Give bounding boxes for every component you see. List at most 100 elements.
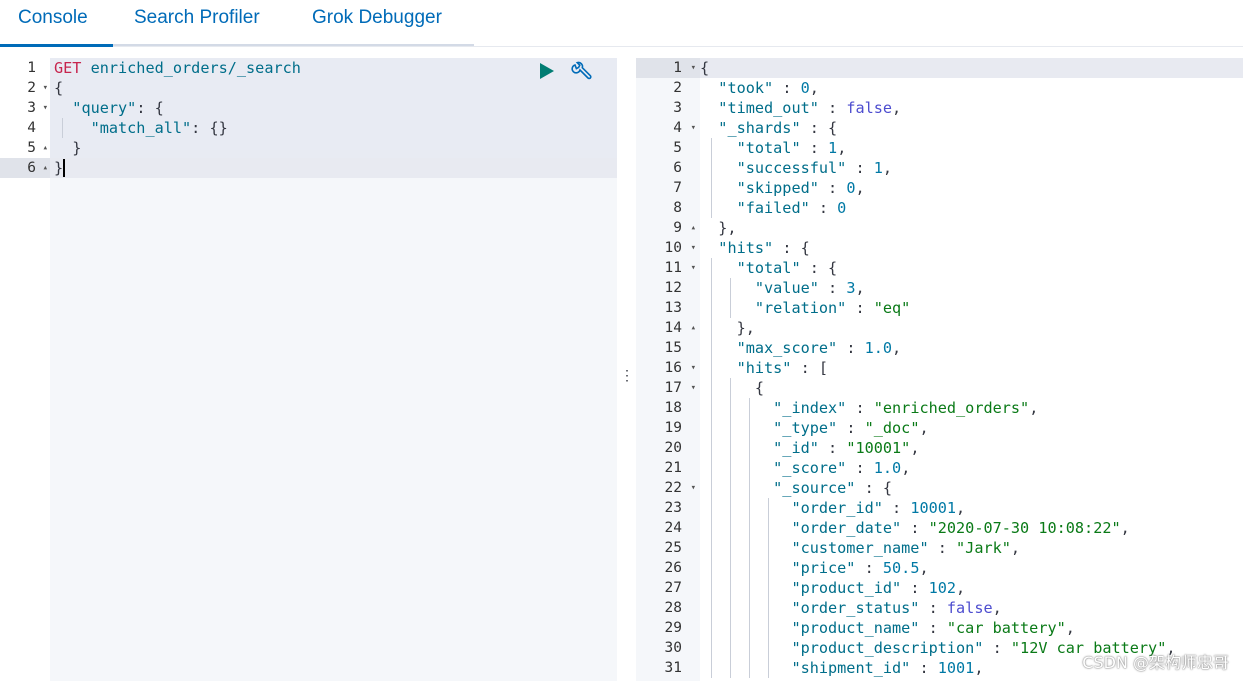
response-gutter: 1 ▾ 2 3 4 ▾ 5 6 7 8 9 ▴ 10 ▾ 11 ▾ 12 13 14 ▴ 15 16 ▾ 17 ▾ 18 19 20 2…: [636, 58, 700, 681]
line-number: 30: [664, 640, 682, 656]
indent-guide: [768, 498, 769, 678]
code-line: "successful" : 1,: [736, 159, 893, 177]
code-line: "product_name" : "car battery",: [791, 619, 1075, 637]
text-cursor: [63, 159, 65, 177]
response-viewer: 1 ▾ 2 3 4 ▾ 5 6 7 8 9 ▴ 10 ▾ 11 ▾ 12 13 14 ▴ 15 16 ▾ 17 ▾ 18 19 20 2…: [636, 58, 1243, 681]
watermark: CSDN @架构师忠哥: [1082, 653, 1229, 672]
tab-grok-debugger[interactable]: Grok Debugger: [312, 0, 442, 47]
line-number: 31: [664, 660, 682, 676]
line-number: 27: [664, 580, 682, 596]
line-number: 14 ▴: [664, 318, 696, 338]
indent-guide: [711, 138, 712, 218]
line-number: 9 ▴: [673, 218, 696, 238]
code-line: "total" : 1,: [736, 139, 847, 157]
fold-toggle-icon[interactable]: ▾: [691, 258, 696, 278]
request-gutter: 1 2 ▾ 3 ▾ 4 5 ▴ 6 ▴: [0, 58, 50, 681]
line-number: 8: [673, 200, 682, 216]
code-line: "product_id" : 102,: [791, 579, 966, 597]
code-line: "_index" : "enriched_orders",: [773, 399, 1039, 417]
line-number: 4 ▾: [673, 118, 696, 138]
response-content: { "took" : 0, "timed_out" : false, "_sha…: [700, 58, 1243, 681]
code-line: "_shards" : {: [718, 119, 838, 137]
play-icon[interactable]: [538, 61, 556, 81]
line-number: 25: [664, 540, 682, 556]
code-line: "query": {: [72, 99, 164, 117]
indent-guide: [730, 278, 731, 318]
tab-console[interactable]: Console: [0, 0, 113, 47]
code-line: },: [700, 219, 737, 237]
fold-toggle-icon[interactable]: ▴: [691, 318, 696, 338]
line-number: 3 ▾: [27, 98, 48, 118]
code-line: {: [54, 79, 64, 97]
code-line: "took" : 0,: [718, 79, 819, 97]
fold-toggle-icon[interactable]: ▾: [691, 378, 696, 398]
line-number: 28: [664, 600, 682, 616]
code-line: "match_all": {}: [90, 119, 228, 137]
tab-search-profiler[interactable]: Search Profiler: [134, 0, 260, 47]
line-number: 24: [664, 520, 682, 536]
code-line: "total" : {: [736, 259, 838, 277]
line-number: 20: [664, 440, 682, 456]
code-line: "max_score" : 1.0,: [736, 339, 902, 357]
code-line: "hits" : {: [718, 239, 810, 257]
code-line: "skipped" : 0,: [736, 179, 865, 197]
code-line: {: [700, 58, 1243, 78]
line-number: 6: [673, 160, 682, 176]
vertical-dots-icon[interactable]: ⋮: [620, 365, 634, 385]
line-number: 1 ▾: [636, 58, 700, 78]
code-line: "price" : 50.5,: [791, 559, 929, 577]
fold-toggle-icon[interactable]: ▴: [43, 158, 48, 178]
line-number: 15: [664, 340, 682, 356]
line-number: 4: [27, 120, 36, 136]
line-number: 3: [673, 100, 682, 116]
wrench-icon[interactable]: [570, 61, 594, 83]
line-number: 16 ▾: [664, 358, 696, 378]
fold-toggle-icon[interactable]: ▴: [43, 138, 48, 158]
line-number: 10 ▾: [664, 238, 696, 258]
request-method: GET: [54, 59, 82, 77]
code-line: "_source" : {: [773, 479, 893, 497]
line-number: 19: [664, 420, 682, 436]
line-number: 6 ▴: [0, 158, 50, 178]
code-line: "order_status" : false,: [791, 599, 1002, 617]
fold-toggle-icon[interactable]: ▾: [43, 78, 48, 98]
fold-toggle-icon[interactable]: ▾: [691, 238, 696, 258]
code-line: "_type" : "_doc",: [773, 419, 929, 437]
fold-toggle-icon[interactable]: ▾: [691, 478, 696, 498]
code-line: }: [50, 158, 617, 178]
tab-bar: Console Search Profiler Grok Debugger: [0, 0, 1243, 47]
code-line: {: [700, 379, 765, 397]
indent-guide: [711, 258, 712, 678]
line-number: 26: [664, 560, 682, 576]
line-number: 1: [27, 60, 36, 76]
code-line: "value" : 3,: [754, 279, 865, 297]
fold-toggle-icon[interactable]: ▾: [691, 118, 696, 138]
line-number: 2: [673, 80, 682, 96]
code-line: "timed_out" : false,: [718, 99, 902, 117]
line-number: 11 ▾: [664, 258, 696, 278]
fold-toggle-icon[interactable]: ▴: [691, 218, 696, 238]
request-editor[interactable]: 1 2 ▾ 3 ▾ 4 5 ▴ 6 ▴ GET enriched_orders/_sea…: [0, 58, 617, 681]
indent-guide: [730, 378, 731, 678]
line-number: 22 ▾: [664, 478, 696, 498]
code-line: "_id" : "10001",: [773, 439, 920, 457]
line-number: 13: [664, 300, 682, 316]
indent-guide: [749, 398, 750, 678]
code-line: "failed" : 0: [736, 199, 847, 217]
request-content[interactable]: GET enriched_orders/_search { "query": {…: [50, 58, 617, 681]
request-path: enriched_orders/_search: [90, 59, 301, 77]
fold-toggle-icon[interactable]: ▾: [691, 58, 696, 78]
indent-guide: [62, 118, 63, 138]
code-line: "_score" : 1.0,: [773, 459, 911, 477]
code-line: "order_date" : "2020-07-30 10:08:22",: [791, 519, 1130, 537]
fold-toggle-icon[interactable]: ▾: [43, 98, 48, 118]
fold-toggle-icon[interactable]: ▾: [691, 358, 696, 378]
line-number: 12: [664, 280, 682, 296]
code-line: "hits" : [: [736, 359, 829, 377]
line-number: 23: [664, 500, 682, 516]
line-number: 29: [664, 620, 682, 636]
line-number: 21: [664, 460, 682, 476]
line-number: 7: [673, 180, 682, 196]
line-number: 18: [664, 400, 682, 416]
code-line: "order_id" : 10001,: [791, 499, 966, 517]
